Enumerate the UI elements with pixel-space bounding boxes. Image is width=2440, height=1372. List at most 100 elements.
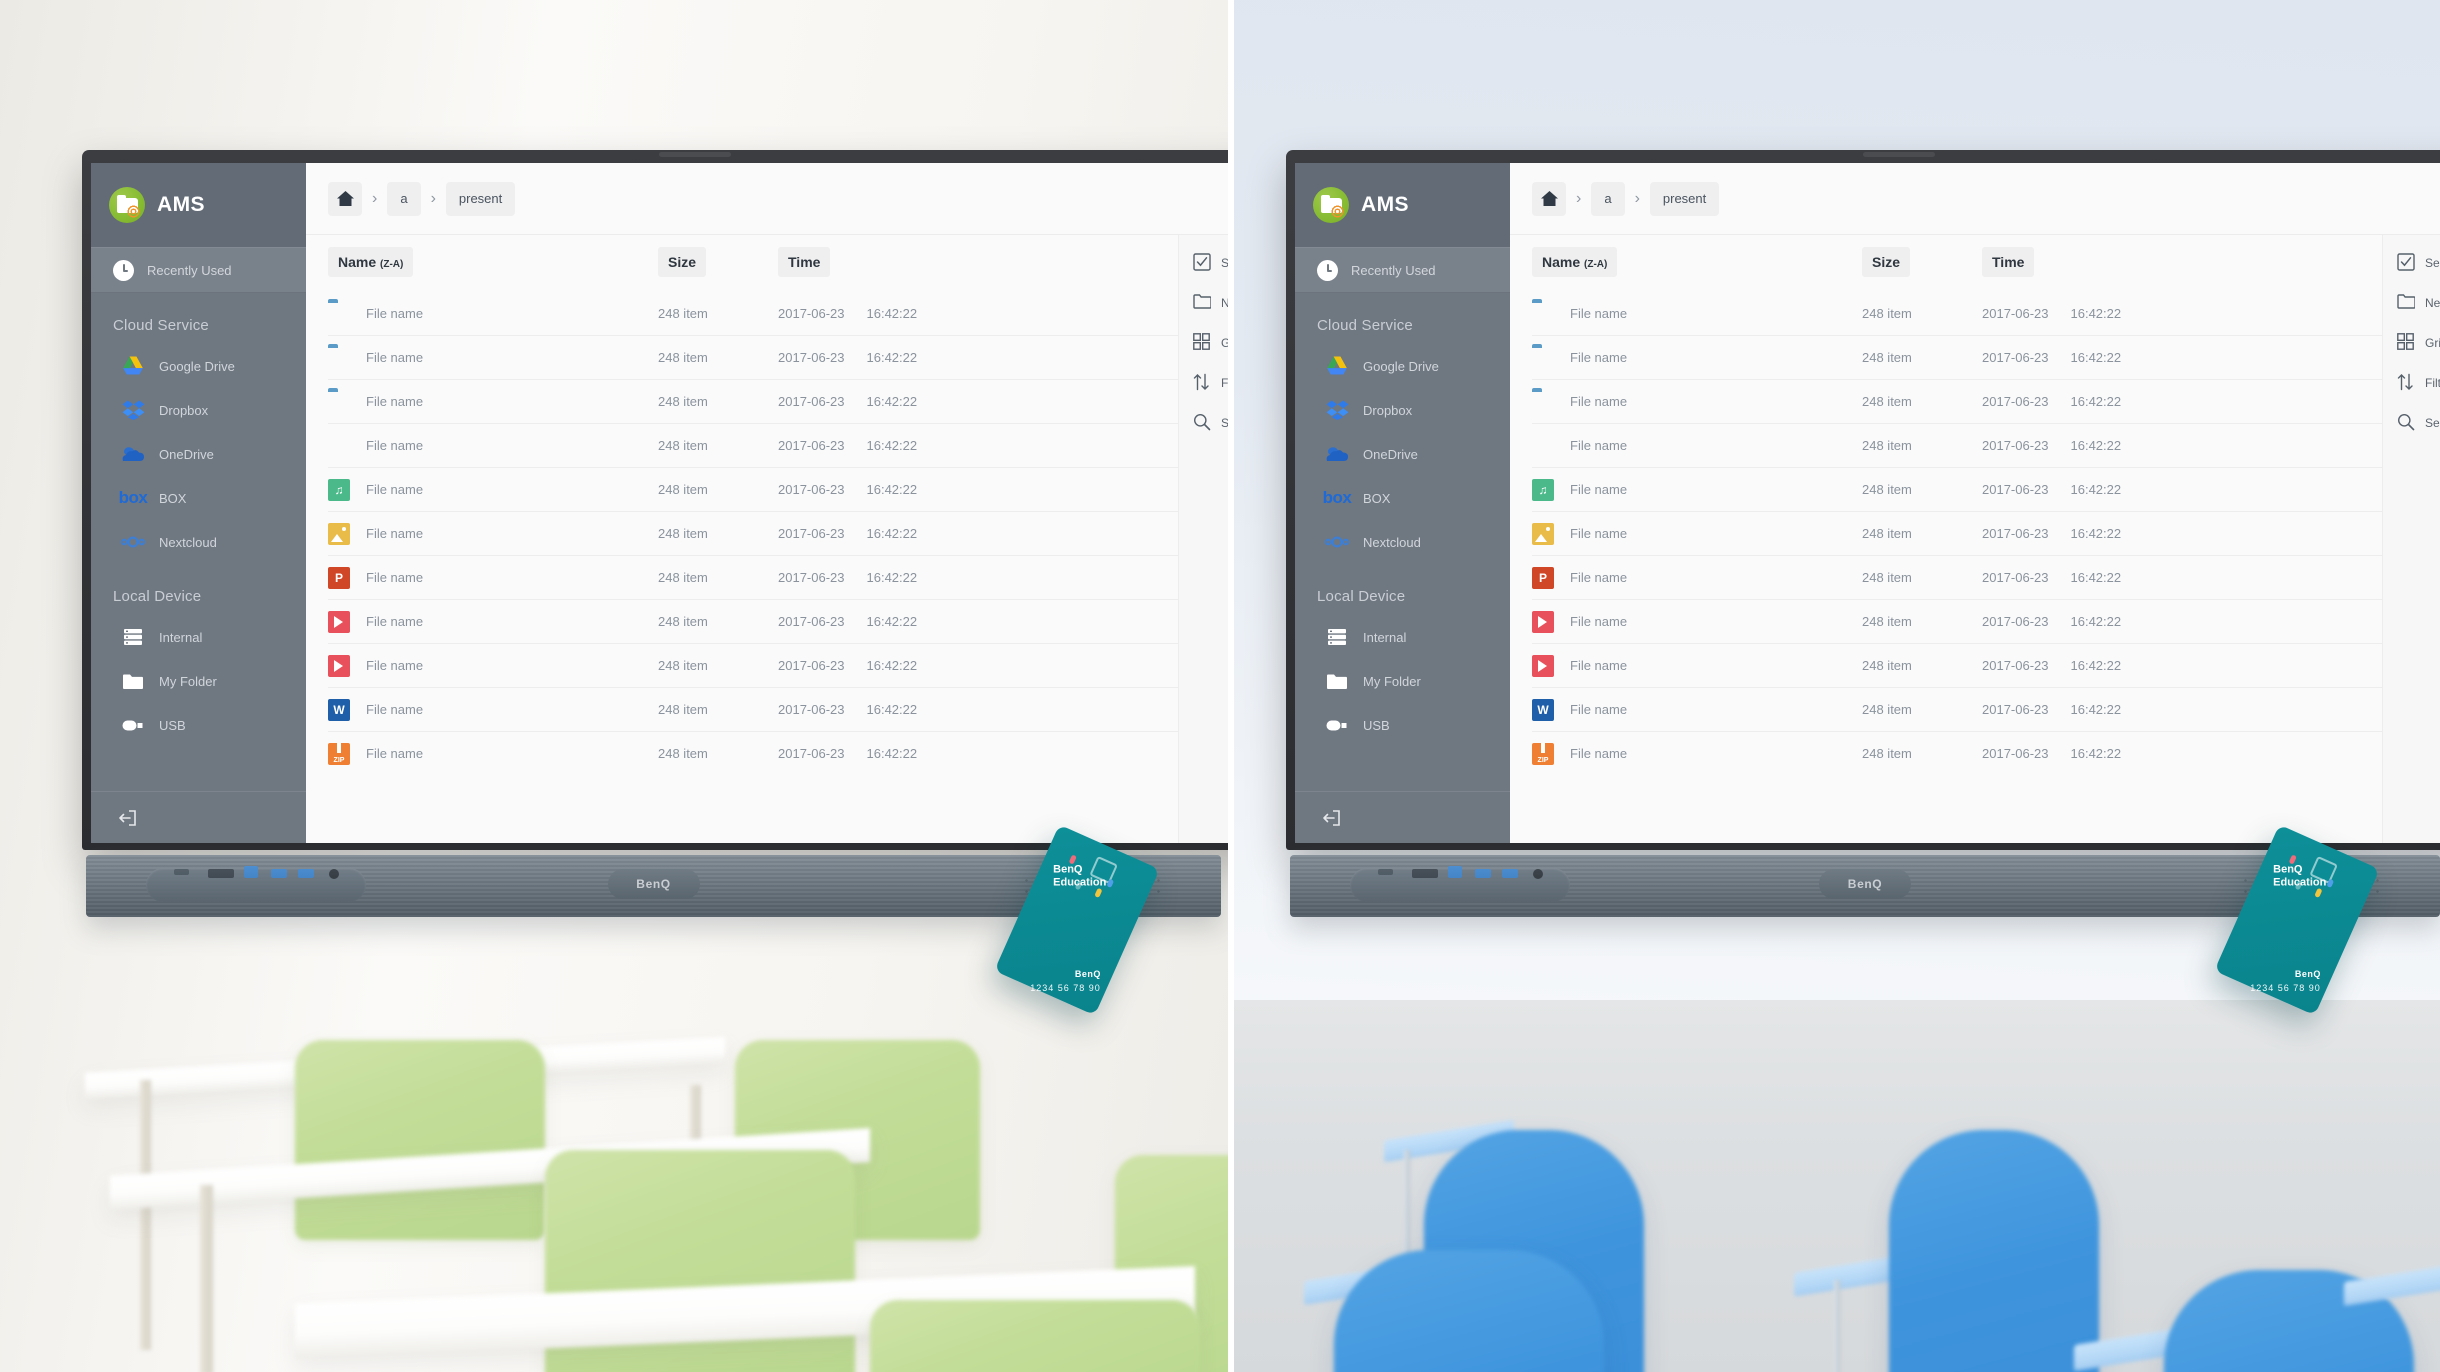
toolbar-label: Filter: [2425, 375, 2440, 390]
file-date: 2017-06-23: [1982, 570, 2049, 585]
file-time: 2017-06-23 16:42:22: [778, 702, 1178, 717]
sidebar-item-onedrive[interactable]: OneDrive: [91, 432, 306, 476]
table-row[interactable]: File name 248 item 2017-06-23 16:42:22: [1532, 379, 2382, 423]
file-name: File name: [1570, 482, 1628, 497]
table-row[interactable]: File name 248 item 2017-06-23 16:42:22: [1532, 291, 2382, 335]
toolbar-new-button[interactable]: New: [2397, 293, 2440, 312]
sidebar-item-usb[interactable]: USB: [91, 703, 306, 747]
table-row[interactable]: File name 248 item 2017-06-23 16:42:22: [328, 643, 1178, 687]
table-row[interactable]: File name 248 item 2017-06-23 16:42:22: [1532, 599, 2382, 643]
file-name: File name: [366, 305, 424, 321]
table-row[interactable]: File name 248 item 2017-06-23 16:42:22: [328, 511, 1178, 555]
sidebar-item-my-folder[interactable]: My Folder: [1295, 659, 1510, 703]
nfc-dot: [2313, 887, 2323, 898]
table-row[interactable]: File name 248 item 2017-06-23 16:42:22: [328, 379, 1178, 423]
file-type-icon: [1532, 391, 1556, 413]
sidebar-item-my-folder[interactable]: My Folder: [91, 659, 306, 703]
toolbar-filter-button[interactable]: Filter: [2397, 373, 2440, 392]
table-row[interactable]: File name 248 item 2017-06-23 16:42:22: [1532, 511, 2382, 555]
table-row[interactable]: ZIP File name 248 item 2017-06-23 16:42:2…: [328, 731, 1178, 775]
ams-logo-icon: [1313, 187, 1349, 223]
file-clock: 16:42:22: [2070, 570, 2122, 585]
sidebar-item-label: Internal: [1363, 629, 1407, 645]
column-header-size[interactable]: Size: [658, 247, 707, 277]
file-size: 248 item: [1862, 482, 1912, 497]
sidebar-item-onedrive[interactable]: OneDrive: [1295, 432, 1510, 476]
column-header-size[interactable]: Size: [1862, 247, 1911, 277]
table-row[interactable]: File name 248 item 2017-06-23 16:42:22: [328, 335, 1178, 379]
file-name: File name: [1570, 438, 1628, 453]
toolbar-filter-button[interactable]: Filter: [1193, 373, 1228, 392]
sidebar-item-google-drive[interactable]: Google Drive: [1295, 344, 1510, 388]
sidebar-item-nextcloud[interactable]: Nextcloud: [91, 520, 306, 564]
file-type-icon: [1532, 302, 1556, 324]
hdmi-port: [208, 869, 234, 878]
sidebar-item-usb[interactable]: USB: [1295, 703, 1510, 747]
file-date: 2017-06-23: [778, 438, 845, 453]
file-clock: 16:42:22: [2070, 394, 2122, 409]
file-clock: 16:42:22: [2070, 305, 2122, 321]
table-row[interactable]: W File name 248 item 2017-06-23 16:42:22: [328, 687, 1178, 731]
column-header-time[interactable]: Time: [1982, 247, 2035, 277]
file-time: 2017-06-23 16:42:22: [1982, 350, 2382, 365]
sidebar-item-recently-used[interactable]: Recently Used: [1295, 247, 1510, 293]
toolbar-search-button[interactable]: Search: [1193, 413, 1228, 432]
file-time: 2017-06-23 16:42:22: [778, 394, 1178, 409]
port: [1378, 869, 1393, 875]
logout-button[interactable]: [91, 791, 306, 843]
sidebar-item-recently-used[interactable]: Recently Used: [91, 247, 306, 293]
sidebar-item-dropbox[interactable]: Dropbox: [1295, 388, 1510, 432]
toolbar-select-button[interactable]: Select: [1193, 253, 1228, 272]
file-name-cell: File name: [328, 435, 658, 457]
breadcrumb-home-button[interactable]: [1532, 181, 1566, 216]
table-row[interactable]: File name 248 item 2017-06-23 16:42:22: [328, 291, 1178, 335]
nfc-card-number: 1234 56 78 90: [1030, 983, 1102, 994]
file-clock: 16:42:22: [2070, 746, 2122, 761]
breadcrumb-home-button[interactable]: [328, 181, 362, 216]
panel-green-classroom: AMS Recently Used Cloud Service Google D…: [0, 0, 1228, 1372]
column-header-name[interactable]: Name (Z-A): [1532, 247, 1618, 277]
sidebar-item-google-drive[interactable]: Google Drive: [91, 344, 306, 388]
new-folder-icon: [2397, 293, 2416, 312]
table-row[interactable]: W File name 248 item 2017-06-23 16:42:22: [1532, 687, 2382, 731]
toolbar-select-button[interactable]: Select: [2397, 253, 2440, 272]
table-row[interactable]: P File name 248 item 2017-06-23 16:42:22: [328, 555, 1178, 599]
toolbar-grid-button[interactable]: Grid: [2397, 333, 2440, 352]
file-date: 2017-06-23: [778, 305, 845, 321]
sidebar-item-internal[interactable]: Internal: [1295, 615, 1510, 659]
table-row[interactable]: ♫ File name 248 item 2017-06-23 16:42:22: [328, 467, 1178, 511]
breadcrumb-item-present[interactable]: present: [1649, 181, 1720, 216]
file-name: File name: [366, 350, 424, 365]
table-row[interactable]: File name 248 item 2017-06-23 16:42:22: [1532, 643, 2382, 687]
breadcrumb-item-a[interactable]: a: [387, 181, 421, 216]
file-clock: 16:42:22: [866, 350, 918, 365]
logout-button[interactable]: [1295, 791, 1510, 843]
toolbar-grid-button[interactable]: Grid: [1193, 333, 1228, 352]
sidebar-item-box[interactable]: box BOX: [91, 476, 306, 520]
table-row[interactable]: File name 248 item 2017-06-23 16:42:22: [1532, 423, 2382, 467]
toolbar-search-button[interactable]: Search: [2397, 413, 2440, 432]
table-row[interactable]: ZIP File name 248 item 2017-06-23 16:42:2…: [1532, 731, 2382, 775]
audio-jack: [1533, 869, 1543, 879]
sidebar-item-internal[interactable]: Internal: [91, 615, 306, 659]
sidebar-item-nextcloud[interactable]: Nextcloud: [1295, 520, 1510, 564]
panel-blue-classroom: AMS Recently Used Cloud Service Google D…: [1234, 0, 2440, 1372]
table-row[interactable]: File name 248 item 2017-06-23 16:42:22: [1532, 335, 2382, 379]
grid-view-icon: [1193, 333, 1212, 352]
breadcrumb-item-present[interactable]: present: [445, 181, 516, 216]
table-row[interactable]: P File name 248 item 2017-06-23 16:42:22: [1532, 555, 2382, 599]
new-folder-icon: [1193, 293, 1212, 312]
column-header-time-wrap: Time: [1982, 247, 2382, 277]
sidebar-item-box[interactable]: box BOX: [1295, 476, 1510, 520]
server-icon: [121, 625, 145, 649]
table-row[interactable]: File name 248 item 2017-06-23 16:42:22: [328, 599, 1178, 643]
column-header-time[interactable]: Time: [778, 247, 831, 277]
breadcrumb-item-a[interactable]: a: [1591, 181, 1625, 216]
table-row[interactable]: File name 248 item 2017-06-23 16:42:22: [328, 423, 1178, 467]
toolbar-new-button[interactable]: New: [1193, 293, 1228, 312]
file-time: 2017-06-23 16:42:22: [1982, 746, 2382, 761]
column-header-name[interactable]: Name (Z-A): [328, 247, 414, 277]
sidebar-item-dropbox[interactable]: Dropbox: [91, 388, 306, 432]
audio-jack: [329, 869, 339, 879]
table-row[interactable]: ♫ File name 248 item 2017-06-23 16:42:22: [1532, 467, 2382, 511]
